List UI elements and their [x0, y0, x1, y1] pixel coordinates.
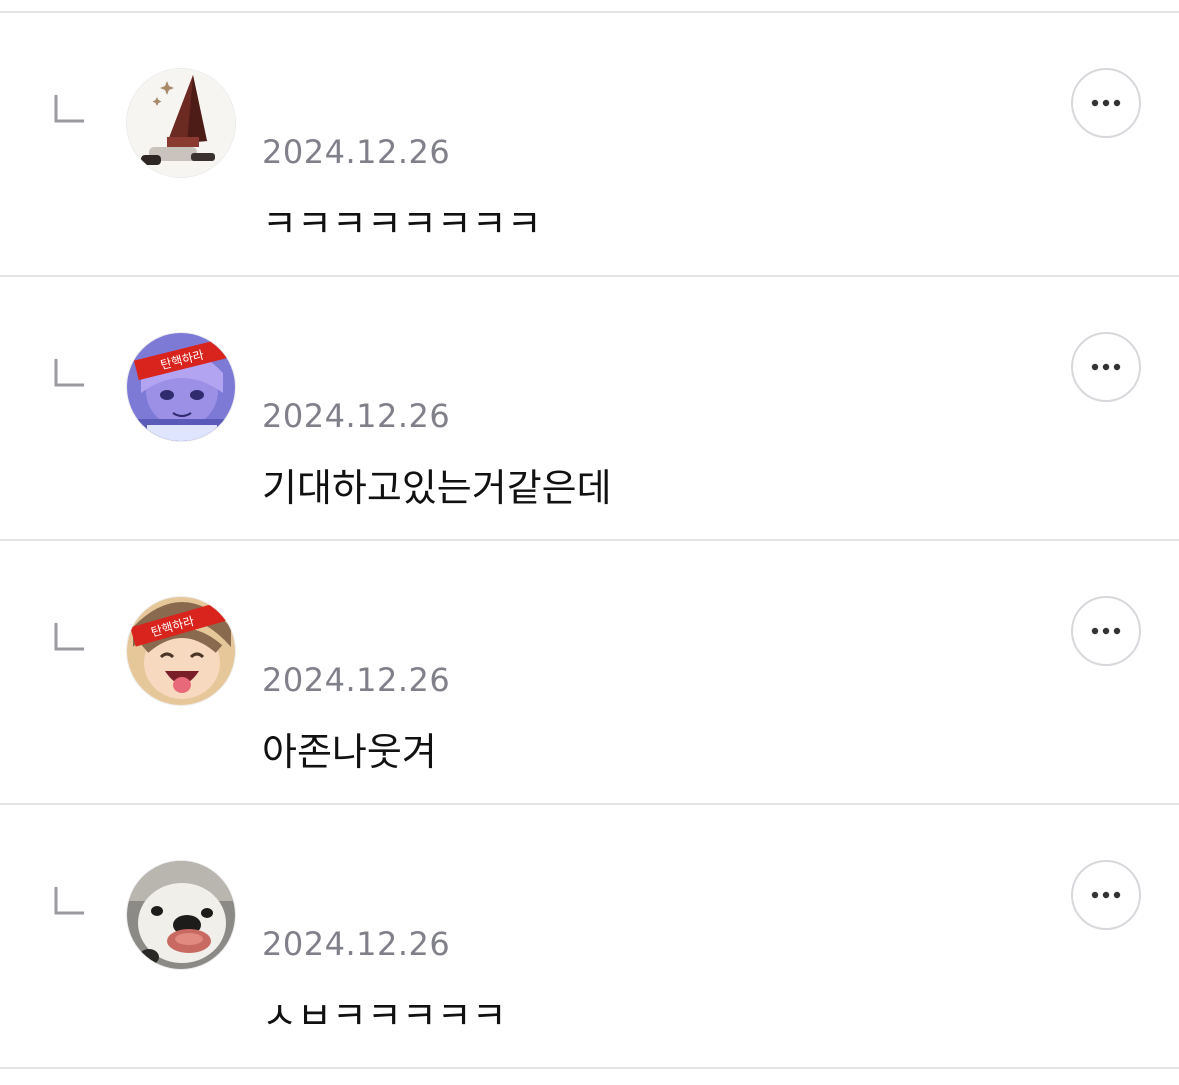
more-options-icon: [1091, 891, 1121, 899]
comment-text: ㅋㅋㅋㅋㅋㅋㅋㅋ: [262, 202, 542, 246]
avatar[interactable]: 탄핵하라: [126, 332, 236, 442]
reply-arrow-icon: [54, 623, 84, 651]
comment-item: 탄핵하라 2024.12.26 기대하고있는거같은데: [0, 277, 1179, 539]
pyramid-head-avatar: [127, 69, 235, 177]
more-options-button[interactable]: [1071, 596, 1141, 666]
comment-date: 2024.12.26: [262, 925, 451, 963]
reply-arrow-icon: [54, 359, 84, 387]
puppy-avatar: [127, 861, 235, 969]
reply-arrow-icon: [54, 95, 84, 123]
more-options-icon: [1091, 363, 1121, 371]
more-options-icon: [1091, 627, 1121, 635]
more-options-button[interactable]: [1071, 860, 1141, 930]
comment-date: 2024.12.26: [262, 661, 451, 699]
avatar[interactable]: [126, 68, 236, 178]
comment-date: 2024.12.26: [262, 397, 451, 435]
comment-item: 2024.12.26 ㅅㅂㅋㅋㅋㅋㅋ: [0, 805, 1179, 1067]
more-options-button[interactable]: [1071, 68, 1141, 138]
avatar[interactable]: 탄핵하라: [126, 596, 236, 706]
comment-text: 기대하고있는거같은데: [262, 466, 612, 510]
comment-item: 2024.12.26 ㅋㅋㅋㅋㅋㅋㅋㅋ: [0, 13, 1179, 275]
anime-boy-headband-avatar: 탄핵하라: [127, 597, 235, 705]
comment-text: 아존나웃겨: [262, 730, 437, 774]
reply-arrow-icon: [54, 887, 84, 915]
anime-girl-headband-avatar: 탄핵하라: [127, 333, 235, 441]
more-options-button[interactable]: [1071, 332, 1141, 402]
comment-item: 탄핵하라 2024.12.26 아존나웃겨: [0, 541, 1179, 803]
more-options-icon: [1091, 99, 1121, 107]
avatar[interactable]: [126, 860, 236, 970]
comment-text: ㅅㅂㅋㅋㅋㅋㅋ: [262, 994, 507, 1038]
divider: [0, 1067, 1179, 1069]
comment-date: 2024.12.26: [262, 133, 451, 171]
